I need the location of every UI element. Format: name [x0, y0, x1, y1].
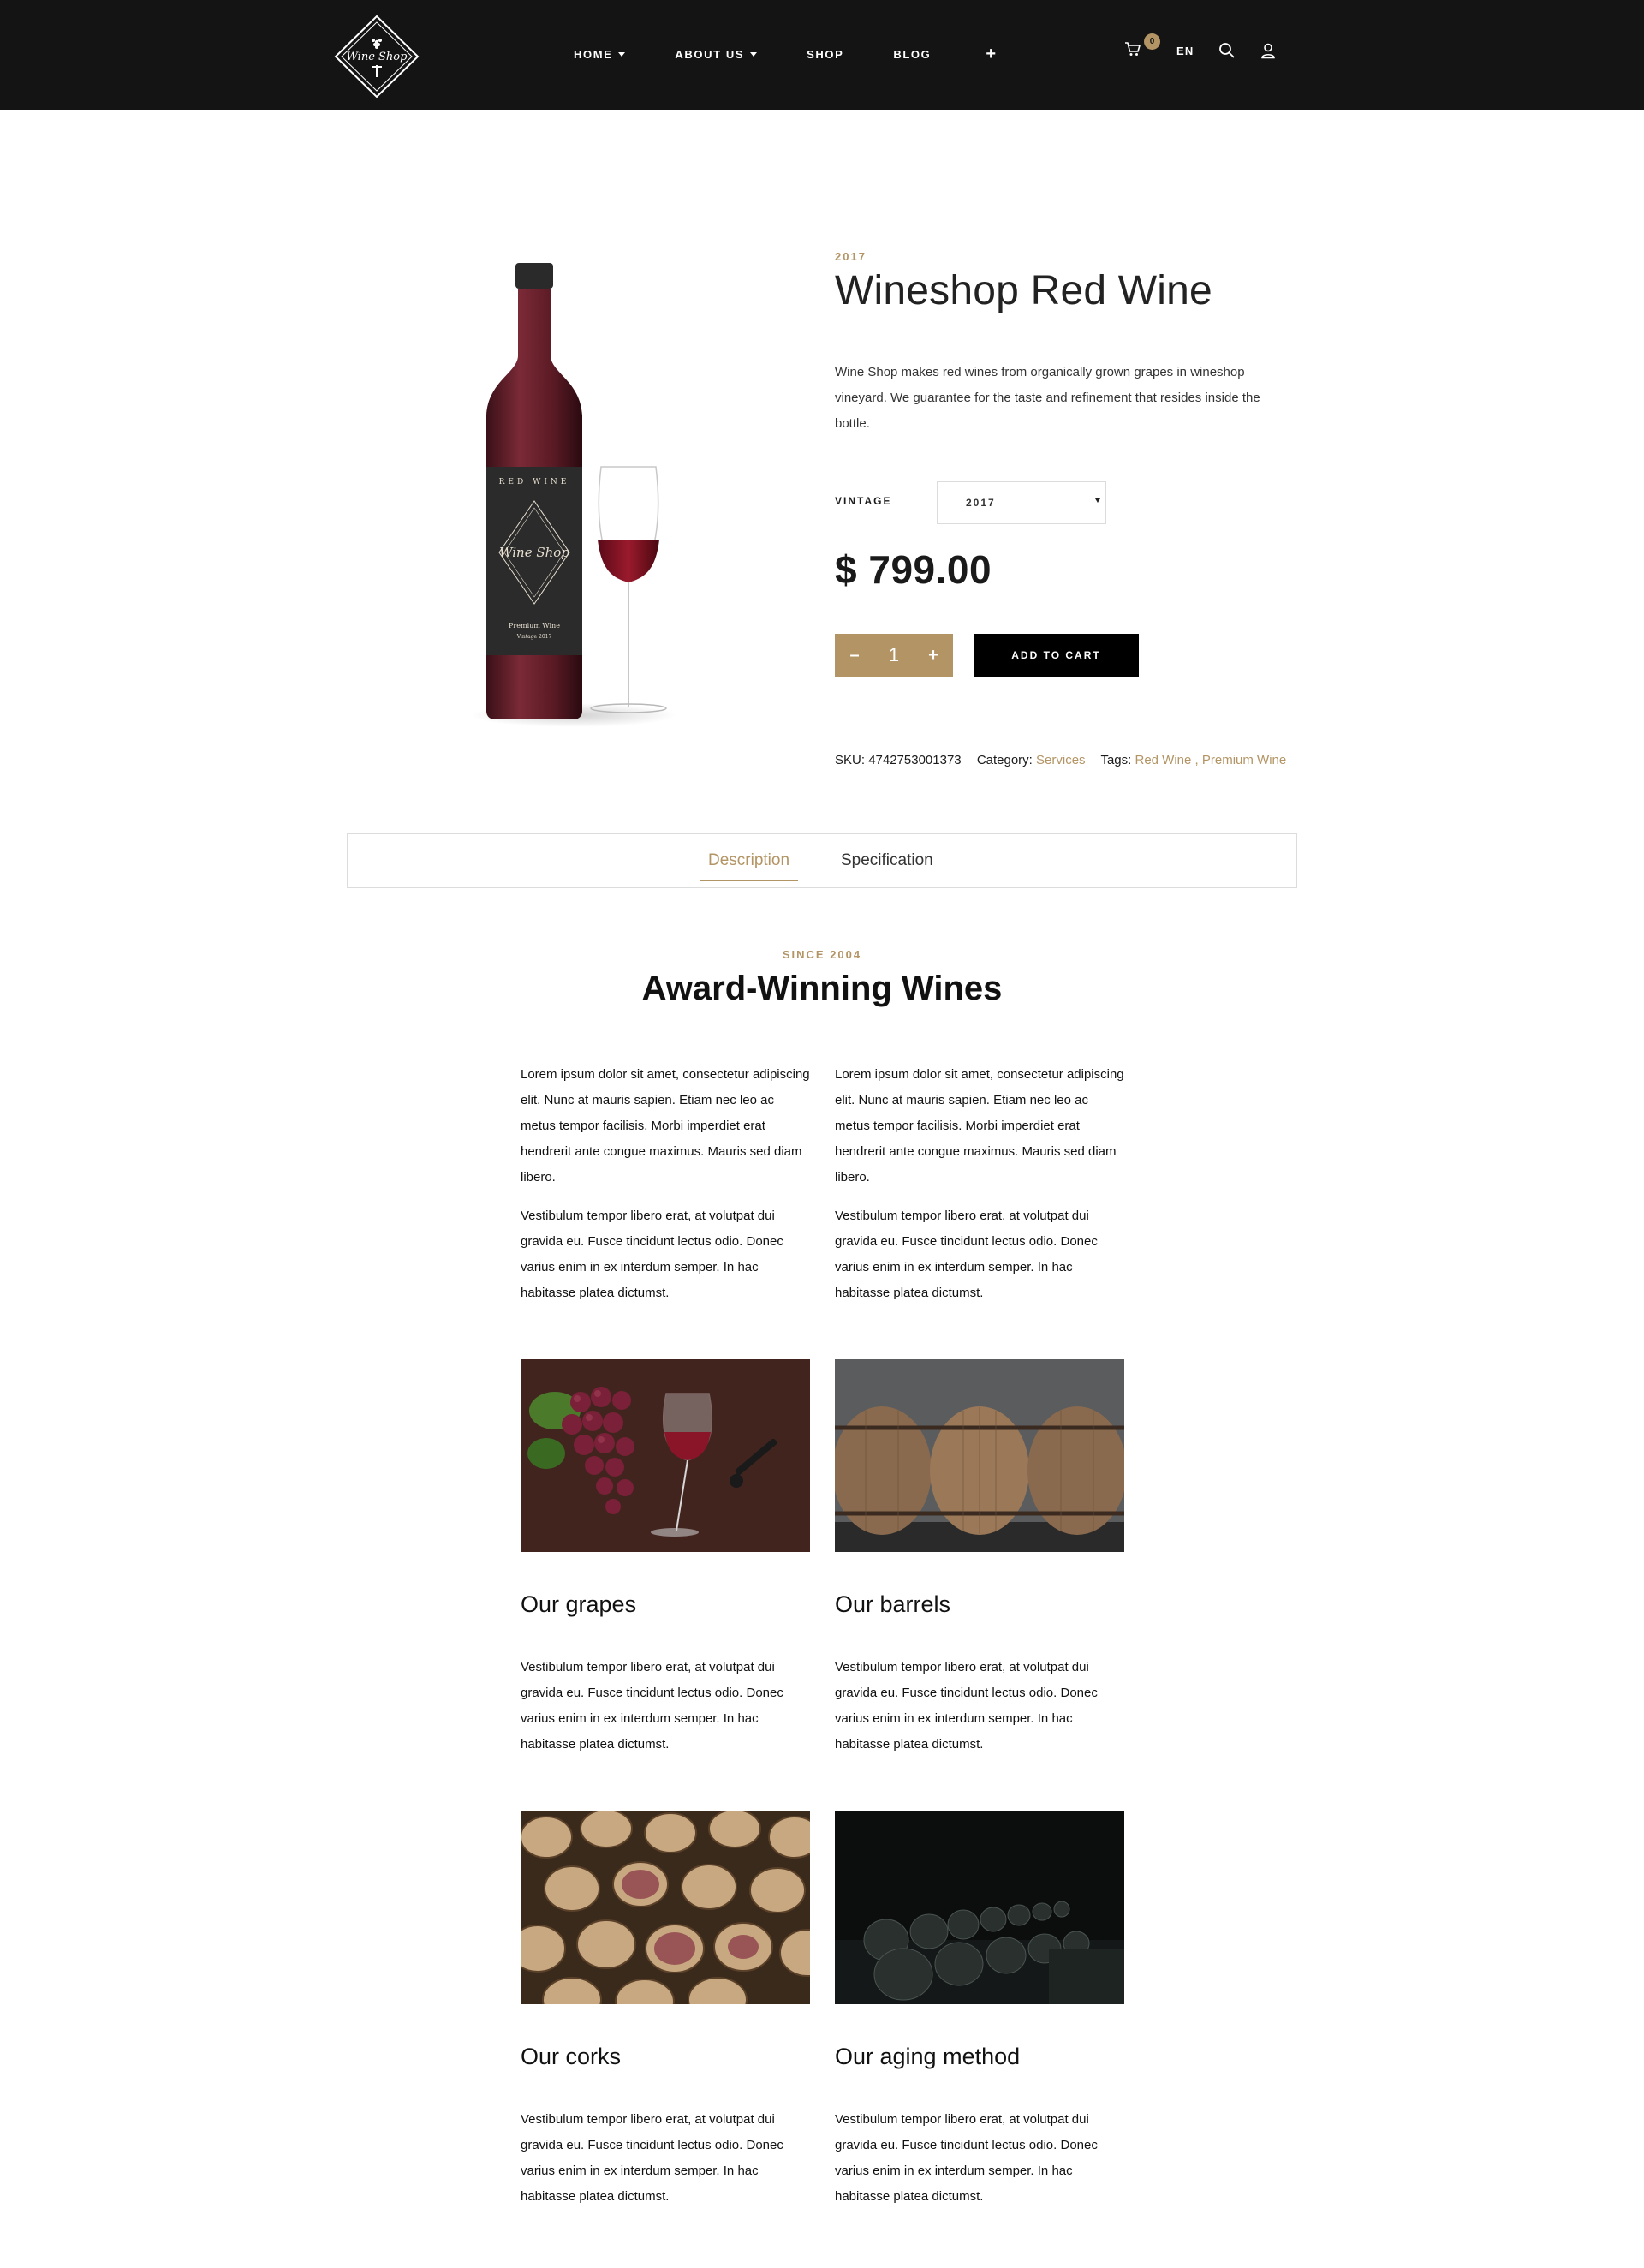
chevron-down-icon	[750, 51, 758, 57]
vintage-select-value: 2017	[966, 497, 996, 509]
nav-home-label: HOME	[574, 47, 613, 61]
logo-text: Wine Shop	[347, 51, 408, 63]
feature-title: Our barrels	[835, 1591, 951, 1617]
nav-blog[interactable]: BLOG	[893, 45, 931, 63]
language-switcher[interactable]: EN	[1176, 45, 1194, 57]
intro-left-paragraph: Lorem ipsum dolor sit amet, consectetur …	[521, 1067, 810, 1185]
nav-more-button[interactable]: +	[986, 45, 997, 63]
plus-icon: +	[986, 45, 998, 63]
cellar-image	[835, 1811, 1124, 2004]
intro-left-column: Lorem ipsum dolor sit amet, consectetur …	[521, 1062, 812, 1319]
bottle-label-vintage: Vintage 2017	[516, 634, 552, 640]
section-eyebrow: SINCE 2004	[782, 948, 862, 961]
feature-text: Vestibulum tempor libero erat, at volutp…	[835, 1660, 1098, 1752]
section-title: Award-Winning Wines	[641, 970, 1003, 1007]
grapes-image	[521, 1359, 810, 1552]
category-label: Category:	[976, 753, 1033, 767]
chevron-down-icon	[1095, 498, 1100, 503]
nav-about-label: ABOUT US	[675, 47, 745, 61]
corks-image	[521, 1811, 810, 2004]
bottle-label-top: RED WINE	[499, 478, 570, 486]
nav-home[interactable]: HOME	[574, 45, 626, 63]
intro-left-paragraph: Vestibulum tempor libero erat, at volutp…	[521, 1209, 783, 1300]
feature-title: Our grapes	[521, 1591, 637, 1617]
feature-text: Vestibulum tempor libero erat, at volutp…	[521, 2112, 783, 2204]
vintage-select[interactable]: 2017	[937, 481, 1106, 524]
sku-value: 4742753001373	[868, 753, 962, 767]
sku-label: SKU:	[835, 753, 866, 767]
product-year: 2017	[835, 250, 867, 263]
cart-icon	[1125, 42, 1141, 56]
intro-right-column: Lorem ipsum dolor sit amet, consectetur …	[835, 1062, 1126, 1319]
quantity-decrease-button[interactable]: –	[835, 634, 874, 677]
intro-right-paragraph: Vestibulum tempor libero erat, at volutp…	[835, 1209, 1098, 1300]
product-title: Wineshop Red Wine	[835, 268, 1212, 313]
bottle-label-bottom: Premium Wine	[509, 622, 560, 630]
nav-blog-label: BLOG	[893, 47, 932, 61]
cart-button[interactable]: 0	[1123, 33, 1160, 62]
product-price: $ 799.00	[835, 547, 992, 592]
account-button[interactable]	[1257, 39, 1279, 62]
intro-right-paragraph: Lorem ipsum dolor sit amet, consectetur …	[835, 1067, 1124, 1185]
vintage-label: VINTAGE	[835, 495, 892, 507]
product-meta: SKU: 4742753001373 Category: Services Ta…	[835, 753, 1286, 767]
quantity-stepper: – 1 +	[835, 634, 953, 677]
main-nav: HOME ABOUT US SHOP BLOG +	[574, 45, 1047, 63]
quantity-input[interactable]: 1	[877, 644, 911, 666]
product-tabs: Description Specification	[347, 833, 1297, 888]
search-button[interactable]	[1216, 39, 1238, 62]
feature-text: Vestibulum tempor libero erat, at volutp…	[835, 2112, 1098, 2204]
category-link[interactable]: Services	[1036, 753, 1086, 767]
feature-title: Our aging method	[835, 2044, 1021, 2069]
tab-description[interactable]: Description	[699, 851, 799, 881]
feature-title: Our corks	[521, 2044, 622, 2069]
product-description: Wine Shop makes red wines from organical…	[835, 365, 1260, 431]
nav-shop-label: SHOP	[807, 47, 844, 61]
product-image[interactable]: RED WINE Wine Shop Premium Wine Vintage …	[454, 253, 711, 732]
nav-about[interactable]: ABOUT US	[675, 45, 758, 63]
bottle-logo: Wine Shop	[499, 545, 569, 560]
user-icon	[1261, 43, 1276, 59]
site-logo[interactable]: Wine Shop	[332, 14, 421, 99]
tags-links[interactable]: Red Wine , Premium Wine	[1135, 753, 1287, 767]
chevron-down-icon	[618, 51, 626, 57]
add-to-cart-button[interactable]: ADD TO CART	[974, 634, 1139, 677]
search-icon	[1219, 43, 1236, 58]
quantity-increase-button[interactable]: +	[914, 634, 953, 677]
site-header: Wine Shop HOME ABOUT US SHOP BLOG + 0 EN	[0, 0, 1644, 110]
header-tools: 0 EN	[1123, 33, 1298, 62]
tab-specification[interactable]: Specification	[841, 851, 933, 870]
nav-shop[interactable]: SHOP	[807, 45, 843, 63]
barrels-image	[835, 1359, 1124, 1552]
tags-label: Tags:	[1100, 753, 1132, 767]
feature-text: Vestibulum tempor libero erat, at volutp…	[521, 1660, 783, 1752]
cart-count-badge: 0	[1144, 33, 1160, 50]
